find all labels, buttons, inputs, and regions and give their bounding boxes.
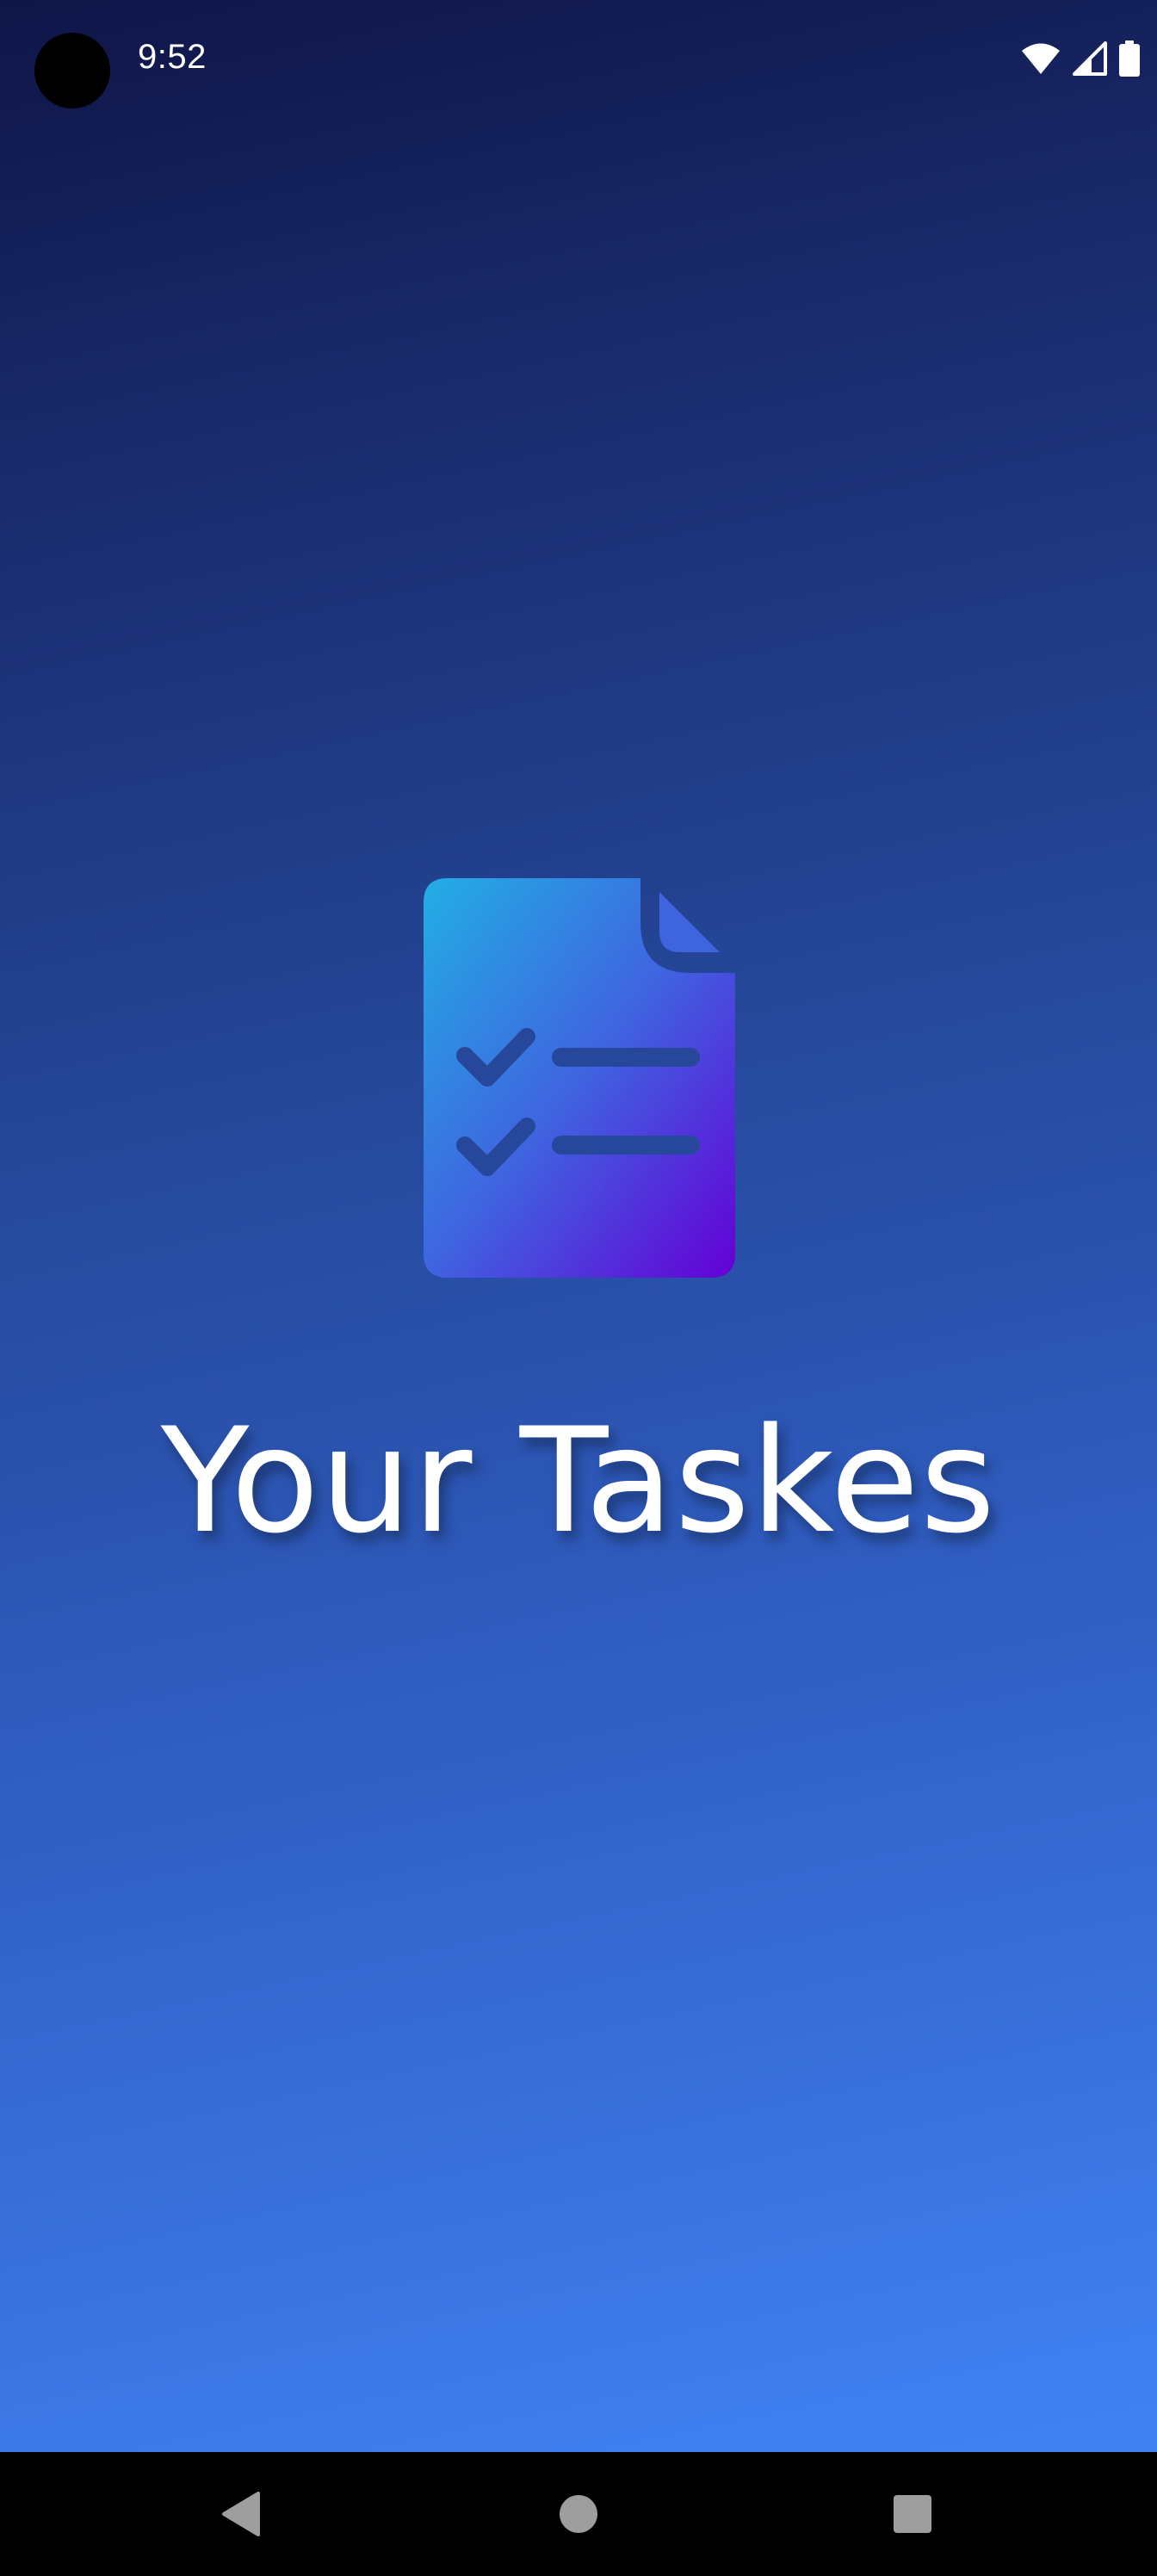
- wifi-icon: [1022, 43, 1060, 74]
- camera-cutout: [34, 33, 110, 108]
- recents-button[interactable]: [851, 2452, 974, 2576]
- status-time: 9:52: [138, 38, 207, 76]
- status-bar: 9:52: [0, 0, 1157, 117]
- task-document-checklist-icon: [424, 878, 735, 1278]
- recents-icon: [894, 2495, 931, 2533]
- app-title: Your Taskes: [160, 1396, 997, 1565]
- battery-icon: [1119, 40, 1140, 77]
- back-button[interactable]: [179, 2452, 303, 2576]
- back-icon: [222, 2492, 260, 2536]
- status-icons: [1021, 38, 1140, 79]
- signal-icon: [1073, 41, 1107, 76]
- home-button[interactable]: [517, 2452, 640, 2576]
- home-icon: [560, 2495, 597, 2533]
- navigation-bar: [0, 2452, 1157, 2576]
